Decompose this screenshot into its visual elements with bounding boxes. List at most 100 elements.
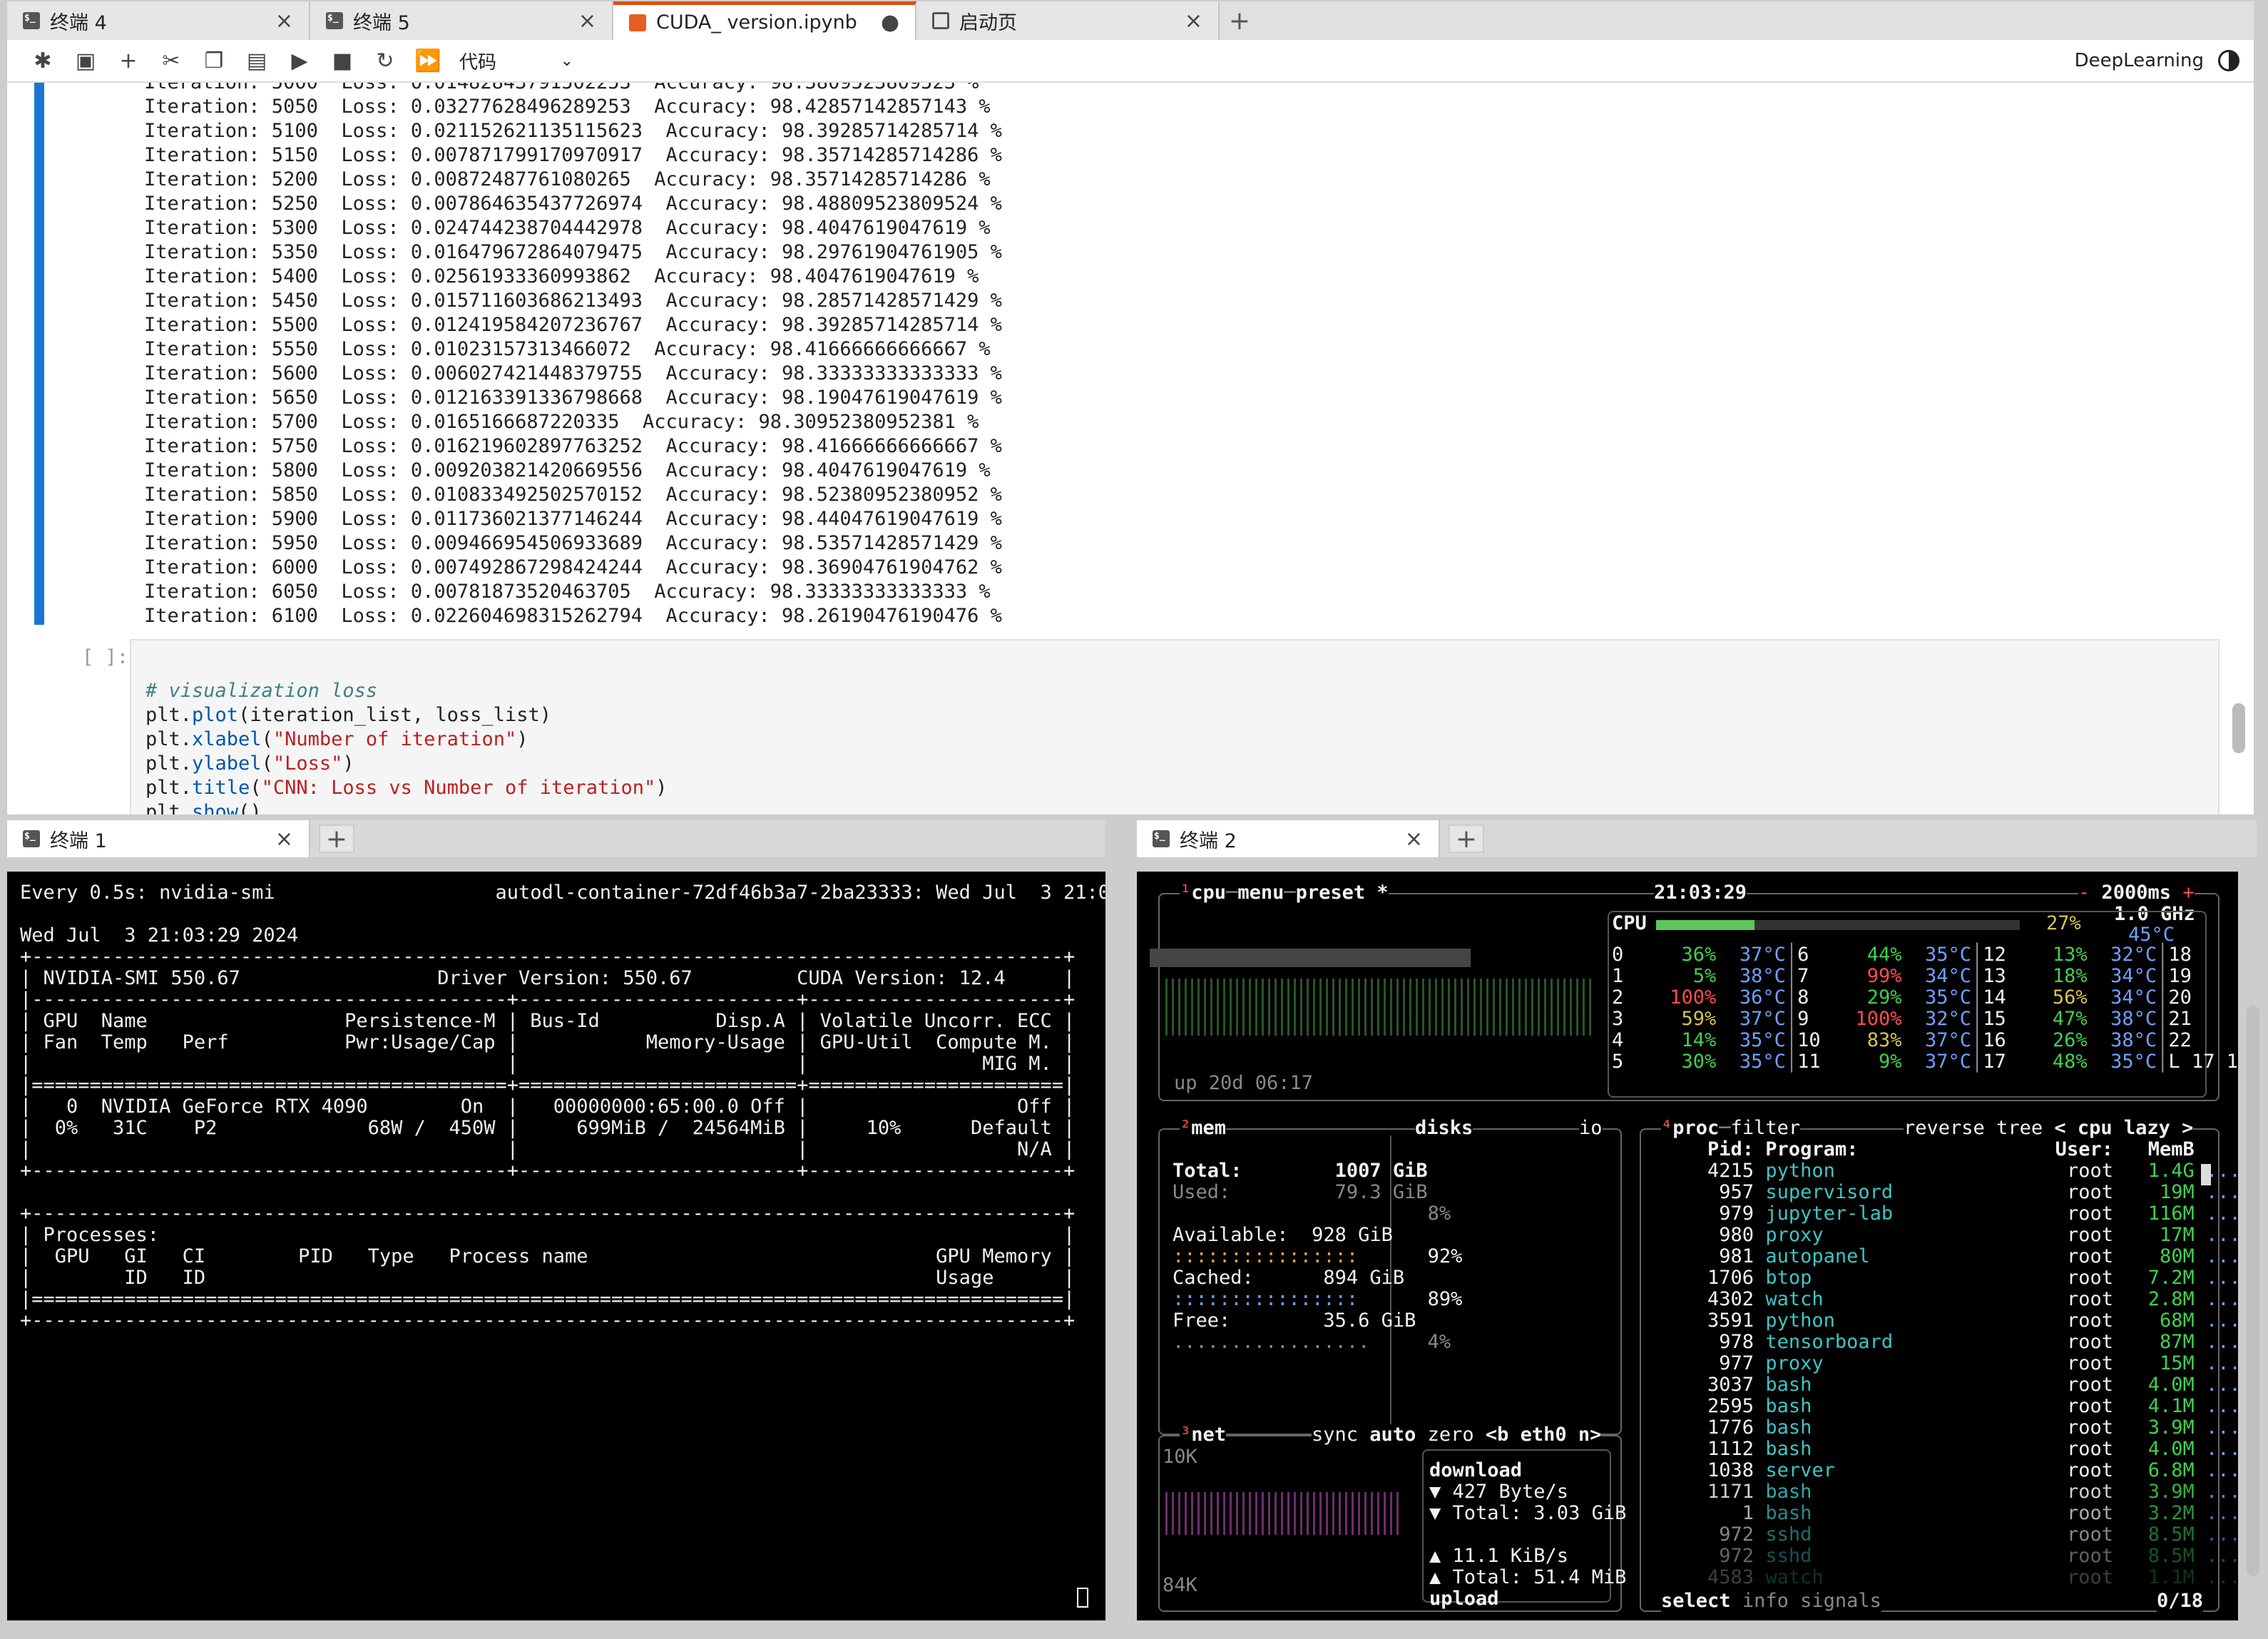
proc-row[interactable]: 1038 server root 6.8M ........ 0.0 [1661, 1460, 2238, 1481]
cell-type-select[interactable]: 代码 ⌄ [459, 48, 573, 74]
close-icon[interactable]: × [275, 9, 293, 34]
cpu-core-row: 1 5% 38°C│7 99% 34°C│13 18% 34°C│19 46% … [1612, 965, 2238, 987]
proc-row[interactable]: 3037 bash root 4.0M ........ 0.0 [1661, 1374, 2238, 1396]
close-icon[interactable]: × [275, 827, 293, 852]
proc-row[interactable]: 972 sshd root 8.5M ........ 0.0 [1661, 1546, 2238, 1567]
tab-terminal-5[interactable]: 终端 5 × [310, 1, 613, 40]
tab-terminal-2[interactable]: 终端 2 × [1137, 820, 1440, 857]
log-line: Iteration: 5300 Loss: 0.0247442387044429… [144, 217, 991, 239]
cell-output: Iteration: 5000 Loss: 0.0148284379150225… [144, 83, 1002, 628]
log-line: Iteration: 5200 Loss: 0.0087248776108026… [144, 168, 991, 190]
code-editor[interactable]: # visualization loss plt.plot(iteration_… [145, 655, 668, 815]
proc-row[interactable]: 979 jupyter-lab root 116M ........ 0.0 [1661, 1203, 2238, 1225]
add-cell-icon[interactable]: + [107, 48, 150, 73]
proc-row[interactable]: 4583 watch root 1.1M ........ 0.0 [1661, 1567, 2238, 1588]
debug-icon[interactable]: ✱ [21, 48, 64, 73]
paste-icon[interactable]: ▤ [235, 48, 278, 73]
restart-icon[interactable]: ↻ [364, 48, 407, 73]
proc-row[interactable]: 4215 python root 1.4G ........ 0.7 [1661, 1160, 2238, 1182]
proc-row[interactable]: 1171 bash root 3.9M ........ 0.0 [1661, 1481, 2238, 1503]
log-line: Iteration: 5400 Loss: 0.0256193336099386… [144, 265, 979, 287]
log-line: Iteration: 5500 Loss: 0.0124195842072367… [144, 314, 1002, 336]
proc-row[interactable]: 972 sshd root 8.5M ........ 0.0 [1661, 1524, 2238, 1546]
run-icon[interactable]: ▶ [278, 48, 321, 73]
process-list[interactable]: Pid: Program: User: MemB Cpu% 4215 pytho… [1661, 1139, 2238, 1588]
new-tab-button[interactable]: + [1449, 824, 1484, 854]
cpu-graph [1165, 979, 1593, 1036]
unsaved-dot-icon[interactable]: ● [881, 10, 899, 35]
cell-prompt: [ ]: [82, 646, 129, 668]
proc-row[interactable]: 1706 btop root 7.2M ........ 0.0 [1661, 1267, 2238, 1289]
log-line: Iteration: 6100 Loss: 0.0226046983152627… [144, 605, 1002, 627]
new-tab-button[interactable]: + [1220, 1, 1260, 40]
right-scrollbar[interactable] [2247, 1006, 2259, 1576]
log-line: Iteration: 5350 Loss: 0.0164796728640794… [144, 241, 1002, 263]
terminal-line: | ID ID Usage | [20, 1267, 1076, 1289]
log-line: Iteration: 5150 Loss: 0.0078717991709709… [144, 144, 1002, 166]
terminal-line: Every 0.5s: nvidia-smi autodl-container-… [20, 882, 1105, 904]
tab-launcher[interactable]: 启动页 × [916, 1, 1220, 40]
proc-row[interactable]: 2595 bash root 4.1M ........ 0.0 [1661, 1396, 2238, 1417]
terminal-line: +---------------------------------------… [20, 1309, 1076, 1332]
cpu-core-row: 4 14% 35°C│10 83% 37°C│16 26% 38°C│22 39… [1612, 1029, 2238, 1051]
terminal-line: | Processes: | [20, 1224, 1076, 1246]
terminal-line: | GPU Name Persistence-M | Bus-Id Disp.A… [20, 1010, 1076, 1032]
log-line: Iteration: 5700 Loss: 0.0165166687220335… [144, 411, 979, 433]
terminal-line: | 0 NVIDIA GeForce RTX 4090 On | 0000000… [20, 1096, 1076, 1118]
stop-icon[interactable]: ■ [321, 48, 364, 73]
new-tab-button[interactable]: + [319, 824, 354, 854]
proc-row[interactable]: 1776 bash root 3.9M ........ 0.0 [1661, 1417, 2238, 1439]
cpu-cores-table: 0 36% 37°C│6 44% 35°C│12 13% 32°C│18 45%… [1612, 944, 2238, 1073]
save-icon[interactable]: ▣ [64, 48, 107, 73]
launcher-icon [932, 12, 949, 29]
log-line: Iteration: 6050 Loss: 0.0078187352046370… [144, 581, 991, 603]
proc-scrollbar[interactable] [2201, 1164, 2211, 1185]
terminal-icon [1153, 830, 1170, 847]
proc-header: Pid: Program: User: MemB Cpu% [1707, 1138, 2195, 1160]
proc-row[interactable]: 1 bash root 3.2M ........ 0.0 [1661, 1503, 2238, 1524]
proc-row[interactable]: 957 supervisord root 19M ........ 0.0 [1661, 1182, 2238, 1203]
log-line: Iteration: 5800 Loss: 0.0092038214206695… [144, 459, 991, 481]
notebook-scrollbar[interactable] [2232, 703, 2245, 753]
log-line: Iteration: 5650 Loss: 0.0121633913367986… [144, 387, 1002, 409]
proc-row[interactable]: 1112 bash root 4.0M ........ 0.0 [1661, 1439, 2238, 1460]
proc-row[interactable]: 981 autopanel root 80M ........ 0.0 [1661, 1246, 2238, 1267]
cpu-graph-bar [1150, 949, 1471, 967]
log-line: Iteration: 5750 Loss: 0.0162196028977632… [144, 435, 1002, 457]
active-cell-bar[interactable] [34, 83, 44, 625]
tab-terminal-1[interactable]: 终端 1 × [7, 820, 310, 857]
terminal1-tab-bar: 终端 1 × + [7, 820, 1105, 857]
kernel-status-icon [2218, 50, 2239, 71]
chevron-down-icon: ⌄ [560, 51, 573, 70]
terminal-line: Wed Jul 3 21:03:29 2024 [20, 924, 299, 946]
notebook-toolbar: ✱ ▣ + ✂ ❐ ▤ ▶ ■ ↻ ⏩ 代码 ⌄ DeepLearning [7, 40, 2254, 83]
cut-icon[interactable]: ✂ [150, 48, 193, 73]
proc-row[interactable]: 3591 python root 68M ........ 0.0 [1661, 1310, 2238, 1332]
log-line: Iteration: 5900 Loss: 0.0117360213771462… [144, 508, 1002, 530]
close-icon[interactable]: × [578, 9, 596, 34]
terminal-1[interactable]: Every 0.5s: nvidia-smi autodl-container-… [7, 872, 1105, 1620]
close-icon[interactable]: × [1185, 9, 1202, 34]
log-line: Iteration: 5050 Loss: 0.0327762849628925… [144, 96, 991, 118]
close-icon[interactable]: × [1405, 827, 1423, 852]
log-line: Iteration: 5600 Loss: 0.0060274214483797… [144, 362, 1002, 384]
copy-icon[interactable]: ❐ [193, 48, 235, 73]
code-cell[interactable]: # visualization loss plt.plot(iteration_… [130, 639, 2220, 815]
terminal-2-btop[interactable]: ¹cpu─menu─preset * 21:03:29 - 2000ms + 1… [1137, 872, 2238, 1620]
log-line: Iteration: 5450 Loss: 0.0157116036862134… [144, 290, 1002, 312]
log-line: Iteration: 5550 Loss: 0.0102315731346607… [144, 338, 991, 360]
tab-terminal-4[interactable]: 终端 4 × [7, 1, 310, 40]
proc-row[interactable]: 980 proxy root 17M ........ 0.0 [1661, 1225, 2238, 1246]
proc-row[interactable]: 977 proxy root 15M ........ 0.0 [1661, 1353, 2238, 1374]
nvidia-smi-output: Every 0.5s: nvidia-smi autodl-container-… [20, 882, 1105, 1332]
proc-row[interactable]: 978 tensorboard root 87M ........ 0.0 [1661, 1332, 2238, 1353]
run-all-icon[interactable]: ⏩ [407, 48, 449, 73]
terminal-line: | | | MIG M. | [20, 1053, 1076, 1075]
tab-notebook[interactable]: CUDA_ version.ipynb ● [613, 1, 916, 40]
kernel-name[interactable]: DeepLearning [2075, 50, 2204, 71]
notebook-panel: Iteration: 5000 Loss: 0.0148284379150225… [7, 83, 2254, 815]
mem-stats: Total: 1007 GiB Used: 79.3 GiB 8% Availa… [1173, 1160, 1463, 1353]
proc-row[interactable]: 4302 watch root 2.8M ........ 0.0 [1661, 1289, 2238, 1310]
